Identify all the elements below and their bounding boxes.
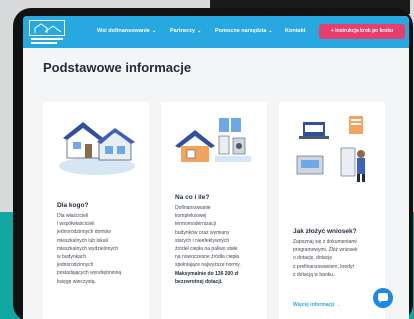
nav-item-dofinansowanie[interactable]: Wsi dofinansowanie ⌄ xyxy=(97,28,156,34)
nav-item-pomocne-narzedzia[interactable]: Pomocne narzędzia ⌄ xyxy=(215,28,273,34)
heating-devices-icon xyxy=(175,118,251,162)
instrukcja-button[interactable]: + Instrukcja krok po kroku xyxy=(319,24,405,39)
card-title: Na co i ile? xyxy=(175,194,210,201)
site-header: Wsi dofinansowanie ⌄ Partnerzy ⌄ Pomocne n… xyxy=(23,16,409,48)
info-card-dla-kogo: Dla kogo? Dla właścicieli i współwłaścic… xyxy=(43,102,149,319)
card-text: Zapoznaj się z dokumentami programowymi.… xyxy=(293,239,358,278)
chat-bubble-icon[interactable] xyxy=(373,288,393,308)
online-application-icon xyxy=(296,116,365,182)
house-logo-icon[interactable] xyxy=(29,20,65,44)
house-illustration-icon xyxy=(59,122,135,175)
card-text: Dla właścicieli i współwłaścicieli jedno… xyxy=(57,213,122,285)
more-info-link[interactable]: Więcej informacji → xyxy=(293,302,340,308)
card-title: Dla kogo? xyxy=(57,202,89,209)
info-card-jak-zlozyc-wniosek: Jak złożyć wniosek? Zapoznaj się z dokum… xyxy=(279,102,385,319)
info-card-na-co-i-ile: Na co i ile? Dofinansowanie kompleksowej… xyxy=(161,102,267,319)
card-text: Dofinansowanie kompleksowej termomoderni… xyxy=(175,205,241,285)
tablet-screen: Wsi dofinansowanie ⌄ Partnerzy ⌄ Pomocne n… xyxy=(23,16,409,319)
page-title: Podstawowe informacje xyxy=(43,60,192,75)
nav-item-kontakt[interactable]: Kontakt xyxy=(285,28,305,34)
nav-item-partnerzy[interactable]: Partnerzy ⌄ xyxy=(170,28,201,34)
card-title: Jak złożyć wniosek? xyxy=(293,228,357,235)
